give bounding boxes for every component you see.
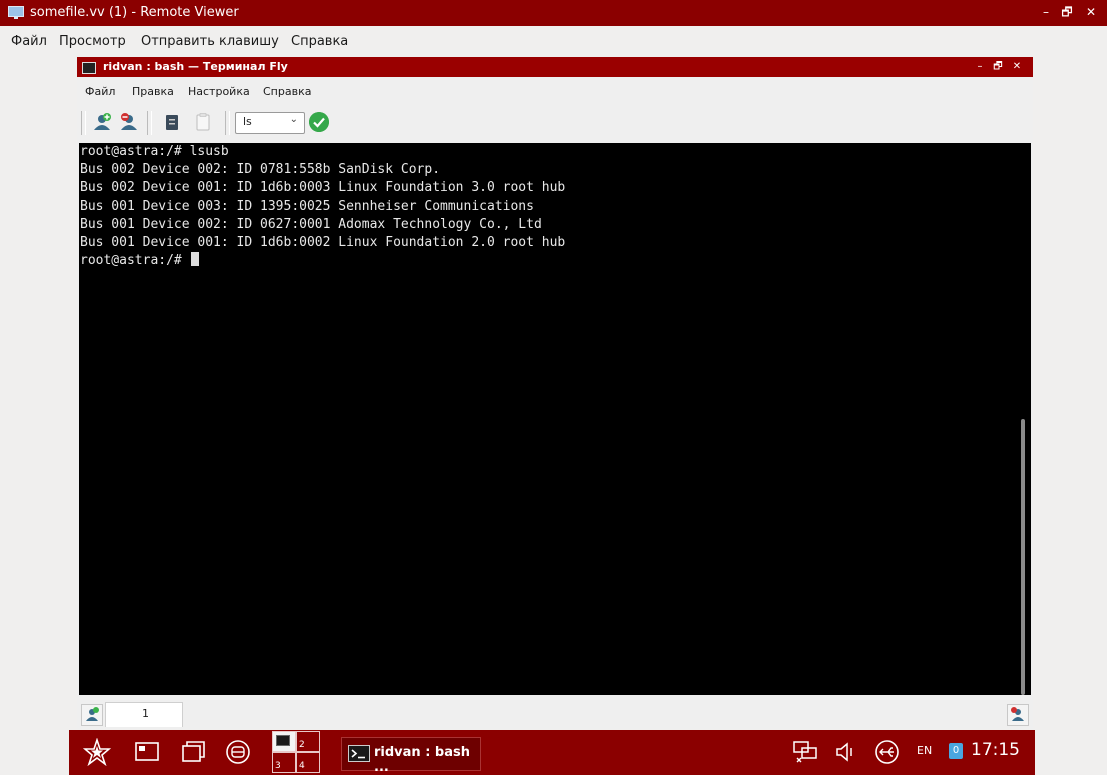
maximize-button[interactable]: 🗗 (1058, 4, 1076, 22)
desktop-icon[interactable] (133, 738, 161, 766)
terminal-toolbar: ls ⌄ (77, 107, 1033, 137)
notification-badge[interactable]: 0 (949, 743, 963, 759)
minimize-button[interactable]: – (1037, 4, 1055, 22)
terminal-tab[interactable]: 1 (105, 702, 183, 727)
terminal-tab-label: 1 (142, 707, 149, 720)
terminal-line: Bus 001 Device 002: ID 0627:0001 Adomax … (80, 216, 542, 232)
taskbar-window-label: ridvan : bash ... (374, 745, 470, 775)
terminal-menu-settings[interactable]: Настройка (188, 81, 250, 103)
terminal-line: root@astra:/# lsusb (80, 144, 229, 159)
start-menu-icon[interactable] (83, 738, 111, 766)
volume-icon[interactable] (832, 738, 860, 766)
file-manager-icon[interactable] (224, 738, 252, 766)
terminal-line: Bus 001 Device 001: ID 1d6b:0002 Linux F… (80, 235, 566, 251)
workspace-3[interactable]: 3 (272, 752, 296, 773)
keyboard-layout-indicator[interactable]: EN (917, 744, 932, 757)
close-button[interactable]: ✕ (1082, 4, 1100, 22)
terminal-menu-bar: Файл Правка Настройка Справка (77, 81, 1033, 103)
outer-window-title: somefile.vv (1) - Remote Viewer (30, 5, 239, 20)
terminal-output[interactable]: root@astra:/# lsusb Bus 002 Device 002: … (79, 143, 1031, 695)
workspace-label: 2 (299, 740, 305, 750)
terminal-tab-bar: 1 (77, 702, 1033, 727)
terminal-window-title: ridvan : bash — Терминал Fly (103, 60, 288, 73)
clock[interactable]: 17:15 (971, 740, 1020, 760)
terminal-line: Bus 002 Device 002: ID 0781:558b SanDisk… (80, 162, 441, 178)
terminal-window: ridvan : bash — Терминал Fly – 🗗 ✕ Файл … (77, 57, 1033, 729)
remove-user-icon[interactable] (118, 111, 140, 133)
copy-icon[interactable] (161, 111, 183, 133)
workspace-2[interactable]: 2 (296, 731, 320, 752)
workspace-4[interactable]: 4 (296, 752, 320, 773)
close-tab-button[interactable] (1007, 704, 1029, 726)
new-tab-button[interactable] (81, 704, 103, 726)
paste-icon[interactable] (192, 111, 214, 133)
command-select-value: ls (243, 115, 252, 128)
menu-file[interactable]: Файл (11, 30, 47, 54)
outer-title-bar[interactable]: somefile.vv (1) - Remote Viewer – 🗗 ✕ (0, 0, 1107, 26)
terminal-menu-edit[interactable]: Правка (132, 81, 174, 103)
windows-overview-icon[interactable] (179, 738, 207, 766)
monitor-icon (8, 6, 24, 19)
terminal-icon (82, 62, 96, 74)
terminal-icon (276, 735, 290, 746)
terminal-scrollbar[interactable] (1021, 419, 1025, 695)
terminal-prompt: root@astra:/# (80, 253, 190, 269)
terminal-line: Bus 001 Device 003: ID 1395:0025 Sennhei… (80, 198, 534, 214)
toolbar-separator (147, 111, 152, 135)
toolbar-separator (225, 111, 230, 135)
workspace-label: 3 (275, 761, 281, 771)
workspace-1[interactable] (272, 731, 296, 752)
terminal-cursor (190, 252, 199, 267)
add-user-icon[interactable] (91, 111, 113, 133)
taskbar-window-button[interactable]: ridvan : bash ... (341, 737, 481, 775)
chevron-down-icon: ⌄ (289, 114, 298, 125)
terminal-title-bar[interactable]: ridvan : bash — Терминал Fly – 🗗 ✕ (77, 57, 1033, 77)
workspace-switcher[interactable]: 2 3 4 (272, 731, 320, 773)
terminal-close-button[interactable]: ✕ (1010, 59, 1024, 75)
outer-menu-bar: Файл Просмотр Отправить клавишу Справка (0, 30, 1107, 54)
toolbar-separator (81, 111, 86, 135)
menu-view[interactable]: Просмотр (59, 30, 126, 54)
terminal-line: Bus 002 Device 001: ID 1d6b:0003 Linux F… (80, 180, 566, 196)
workspace-label: 4 (299, 761, 305, 771)
menu-send-key[interactable]: Отправить клавишу (141, 30, 279, 54)
taskbar: 2 3 4 ridvan : bash ... EN 0 17:15 (69, 730, 1035, 775)
usb-icon[interactable] (873, 738, 901, 766)
command-select[interactable]: ls ⌄ (235, 112, 305, 134)
terminal-icon (348, 745, 370, 762)
run-command-button[interactable] (309, 112, 329, 132)
terminal-minimize-button[interactable]: – (973, 59, 987, 75)
terminal-menu-help[interactable]: Справка (263, 81, 311, 103)
network-icon[interactable] (791, 738, 819, 766)
menu-help[interactable]: Справка (291, 30, 348, 54)
terminal-menu-file[interactable]: Файл (85, 81, 115, 103)
terminal-maximize-button[interactable]: 🗗 (991, 59, 1005, 75)
terminal-text: root@astra:/# lsusb Bus 002 Device 002: … (80, 143, 565, 270)
